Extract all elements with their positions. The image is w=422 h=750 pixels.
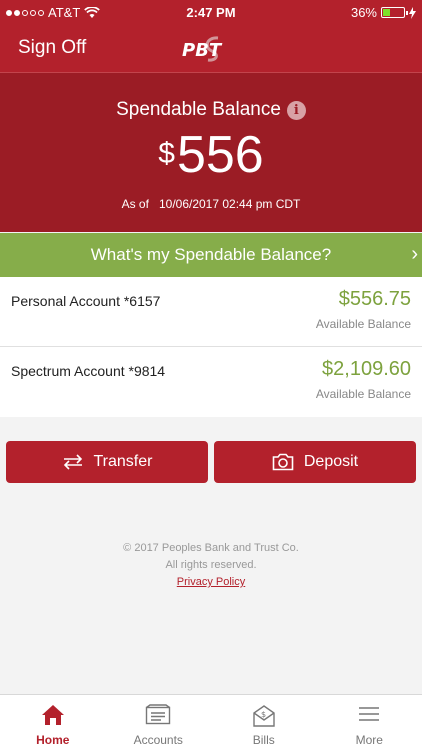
home-icon xyxy=(41,705,64,725)
as-of-value: 10/06/2017 02:44 pm CDT xyxy=(158,197,301,211)
status-right: 36% xyxy=(351,5,416,20)
battery-percent: 36% xyxy=(350,5,377,20)
accounts-icon xyxy=(146,704,171,725)
sign-off-button[interactable]: Sign Off xyxy=(18,37,86,59)
tab-label: Bills xyxy=(252,733,275,747)
account-row[interactable]: Personal Account *6157 $556.75 Available… xyxy=(0,277,422,347)
account-name: Personal Account *6157 xyxy=(11,293,161,309)
balance-title-row: Spendable Balance i xyxy=(0,99,422,121)
as-of-label: As of xyxy=(121,197,149,211)
tab-accounts[interactable]: Accounts xyxy=(106,695,212,750)
balance-value: 556 xyxy=(176,126,264,184)
account-balance-label: Available Balance xyxy=(315,317,411,331)
privacy-policy-link[interactable]: Privacy Policy xyxy=(177,576,245,588)
footer: © 2017 Peoples Bank and Trust Co. All ri… xyxy=(0,540,422,591)
tab-more[interactable]: More xyxy=(317,695,422,750)
transfer-button[interactable]: Transfer xyxy=(6,441,208,483)
tab-bills[interactable]: $ Bills xyxy=(211,695,317,750)
balance-title: Spendable Balance xyxy=(116,99,281,120)
charging-icon xyxy=(409,6,416,19)
account-balance: $2,109.60 xyxy=(322,358,411,380)
as-of-timestamp: As of 10/06/2017 02:44 pm CDT xyxy=(0,197,422,211)
bills-icon: $ xyxy=(253,705,275,727)
menu-icon xyxy=(359,707,380,721)
spendable-balance-help-banner[interactable]: What's my Spendable Balance? › xyxy=(0,233,422,277)
deposit-button[interactable]: Deposit xyxy=(214,441,416,483)
pbt-logo: PBT xyxy=(182,36,223,62)
camera-icon xyxy=(272,453,294,471)
status-bar: AT&T 2:47 PM 36% xyxy=(0,0,422,24)
nav-bar: Sign Off PBT xyxy=(0,24,422,72)
banner-label: What's my Spendable Balance? xyxy=(90,245,332,264)
account-list: Personal Account *6157 $556.75 Available… xyxy=(0,277,422,417)
tab-label: Accounts xyxy=(133,733,183,747)
deposit-label: Deposit xyxy=(303,453,359,470)
account-balance-label: Available Balance xyxy=(315,387,411,401)
transfer-arrows-icon xyxy=(63,454,82,470)
tab-bar: Home Accounts $ Bills More xyxy=(0,694,422,750)
account-name: Spectrum Account *9814 xyxy=(11,363,166,379)
rights-text: All rights reserved. xyxy=(165,559,257,571)
tab-home[interactable]: Home xyxy=(0,695,106,750)
logo-text: PBT xyxy=(182,40,223,61)
battery-level xyxy=(383,9,391,16)
balance-amount: $ 556 xyxy=(0,125,422,185)
tab-label: Home xyxy=(36,733,70,747)
copyright-text: © 2017 Peoples Bank and Trust Co. xyxy=(123,542,299,554)
currency-symbol: $ xyxy=(158,137,175,170)
spendable-balance-panel: Spendable Balance i $ 556 As of 10/06/20… xyxy=(0,72,422,232)
tab-label: More xyxy=(355,733,383,747)
account-row[interactable]: Spectrum Account *9814 $2,109.60 Availab… xyxy=(0,347,422,417)
info-icon[interactable]: i xyxy=(286,100,306,120)
svg-text:$: $ xyxy=(261,710,266,719)
battery-icon xyxy=(381,7,408,18)
transfer-label: Transfer xyxy=(93,453,153,470)
chevron-right-icon: › xyxy=(411,243,418,265)
account-balance: $556.75 xyxy=(338,288,411,310)
